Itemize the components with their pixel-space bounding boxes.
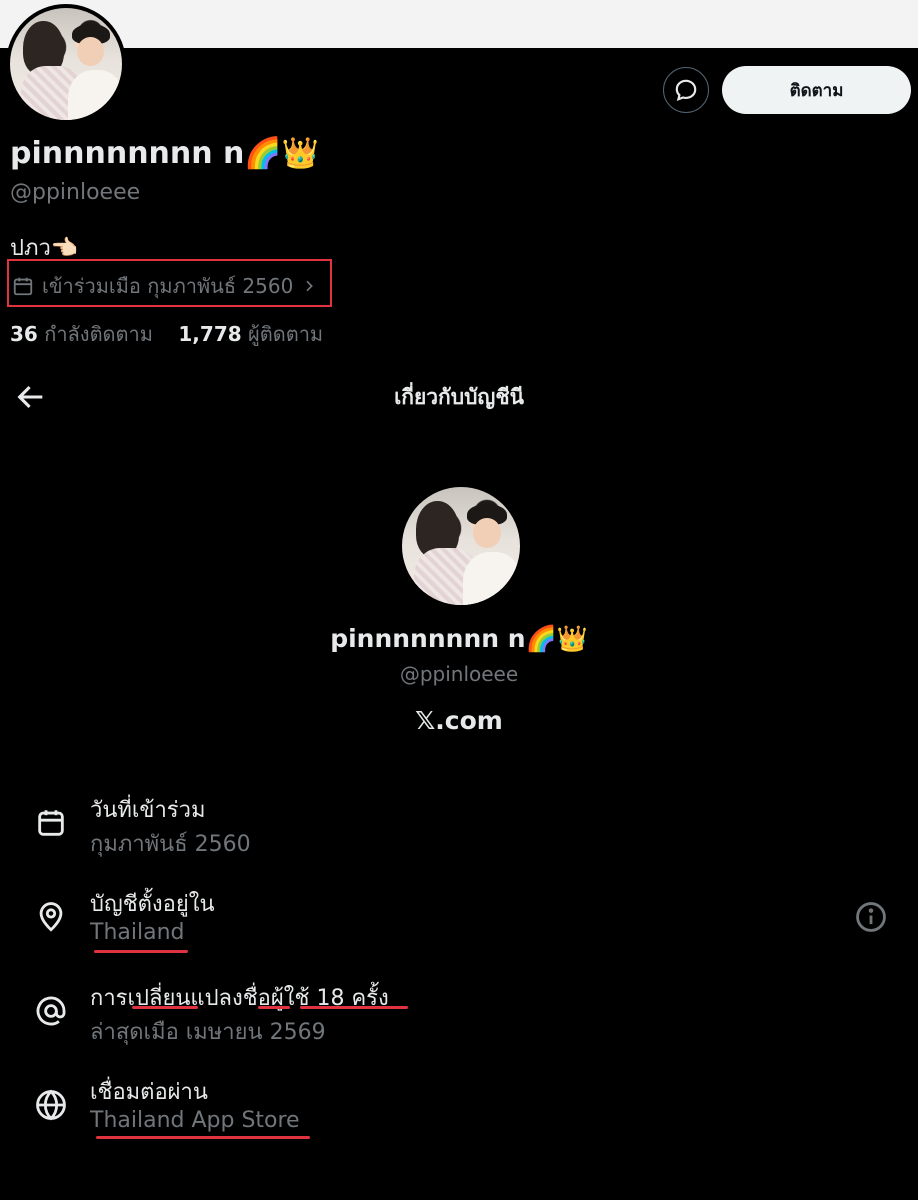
profile-avatar[interactable] xyxy=(6,4,126,124)
row-value: ล่าสุดเมือ เมษายน 2569 xyxy=(90,1020,326,1045)
info-icon[interactable] xyxy=(854,900,888,934)
top-banner xyxy=(0,0,918,48)
row-value: Thailand App Store xyxy=(90,1108,300,1133)
username-handle: @ppinloeee xyxy=(10,180,141,205)
red-underline xyxy=(96,1136,310,1139)
row-value: กุมภาพันธ์ 2560 xyxy=(90,832,251,857)
red-underline xyxy=(300,1006,408,1009)
calendar-icon xyxy=(13,277,33,296)
joined-date-text: เข้าร่วมเมือ กุมภาพันธ์ 2560 xyxy=(42,274,294,298)
follow-button[interactable]: ติดตาม xyxy=(722,66,911,114)
calendar-icon xyxy=(38,810,64,836)
red-underline xyxy=(258,1006,290,1009)
x-domain-label: 𝕏.com xyxy=(415,706,503,735)
row-label: เชื่อมต่อผ่าน xyxy=(90,1080,208,1105)
display-name: pinnnnnnnn n🌈👑 xyxy=(10,136,320,171)
globe-icon xyxy=(36,1089,66,1121)
about-avatar xyxy=(402,487,520,605)
row-label: การเปลี่ยนแปลงชื่อผู้ใช้ 18 ครั้ง xyxy=(90,986,389,1011)
message-button[interactable] xyxy=(663,67,709,113)
followers-link[interactable]: 1,778 ผู้ติดตาม xyxy=(178,322,323,346)
row-value: Thailand xyxy=(90,920,185,945)
chat-bubble-icon xyxy=(675,79,697,101)
row-label: บัญชีตั้งอยู่ใน xyxy=(90,892,215,917)
following-link[interactable]: 36 กำลังติดตาม xyxy=(10,322,153,346)
location-pin-icon xyxy=(39,902,63,932)
follow-stats: 36 กำลังติดตาม 1,778 ผู้ติดตาม xyxy=(10,318,323,350)
at-sign-icon xyxy=(36,996,66,1026)
page-title: เกี่ยวกับบัญชีนี xyxy=(394,385,524,409)
red-underline xyxy=(132,1006,198,1009)
about-display-name: pinnnnnnnn n🌈👑 xyxy=(330,624,588,653)
chevron-right-icon xyxy=(306,280,314,292)
joined-date-link[interactable]: เข้าร่วมเมือ กุมภาพันธ์ 2560 xyxy=(12,270,317,302)
row-label: วันที่เข้าร่วม xyxy=(90,798,206,823)
about-handle: @ppinloeee xyxy=(399,662,519,686)
red-underline xyxy=(94,950,188,953)
